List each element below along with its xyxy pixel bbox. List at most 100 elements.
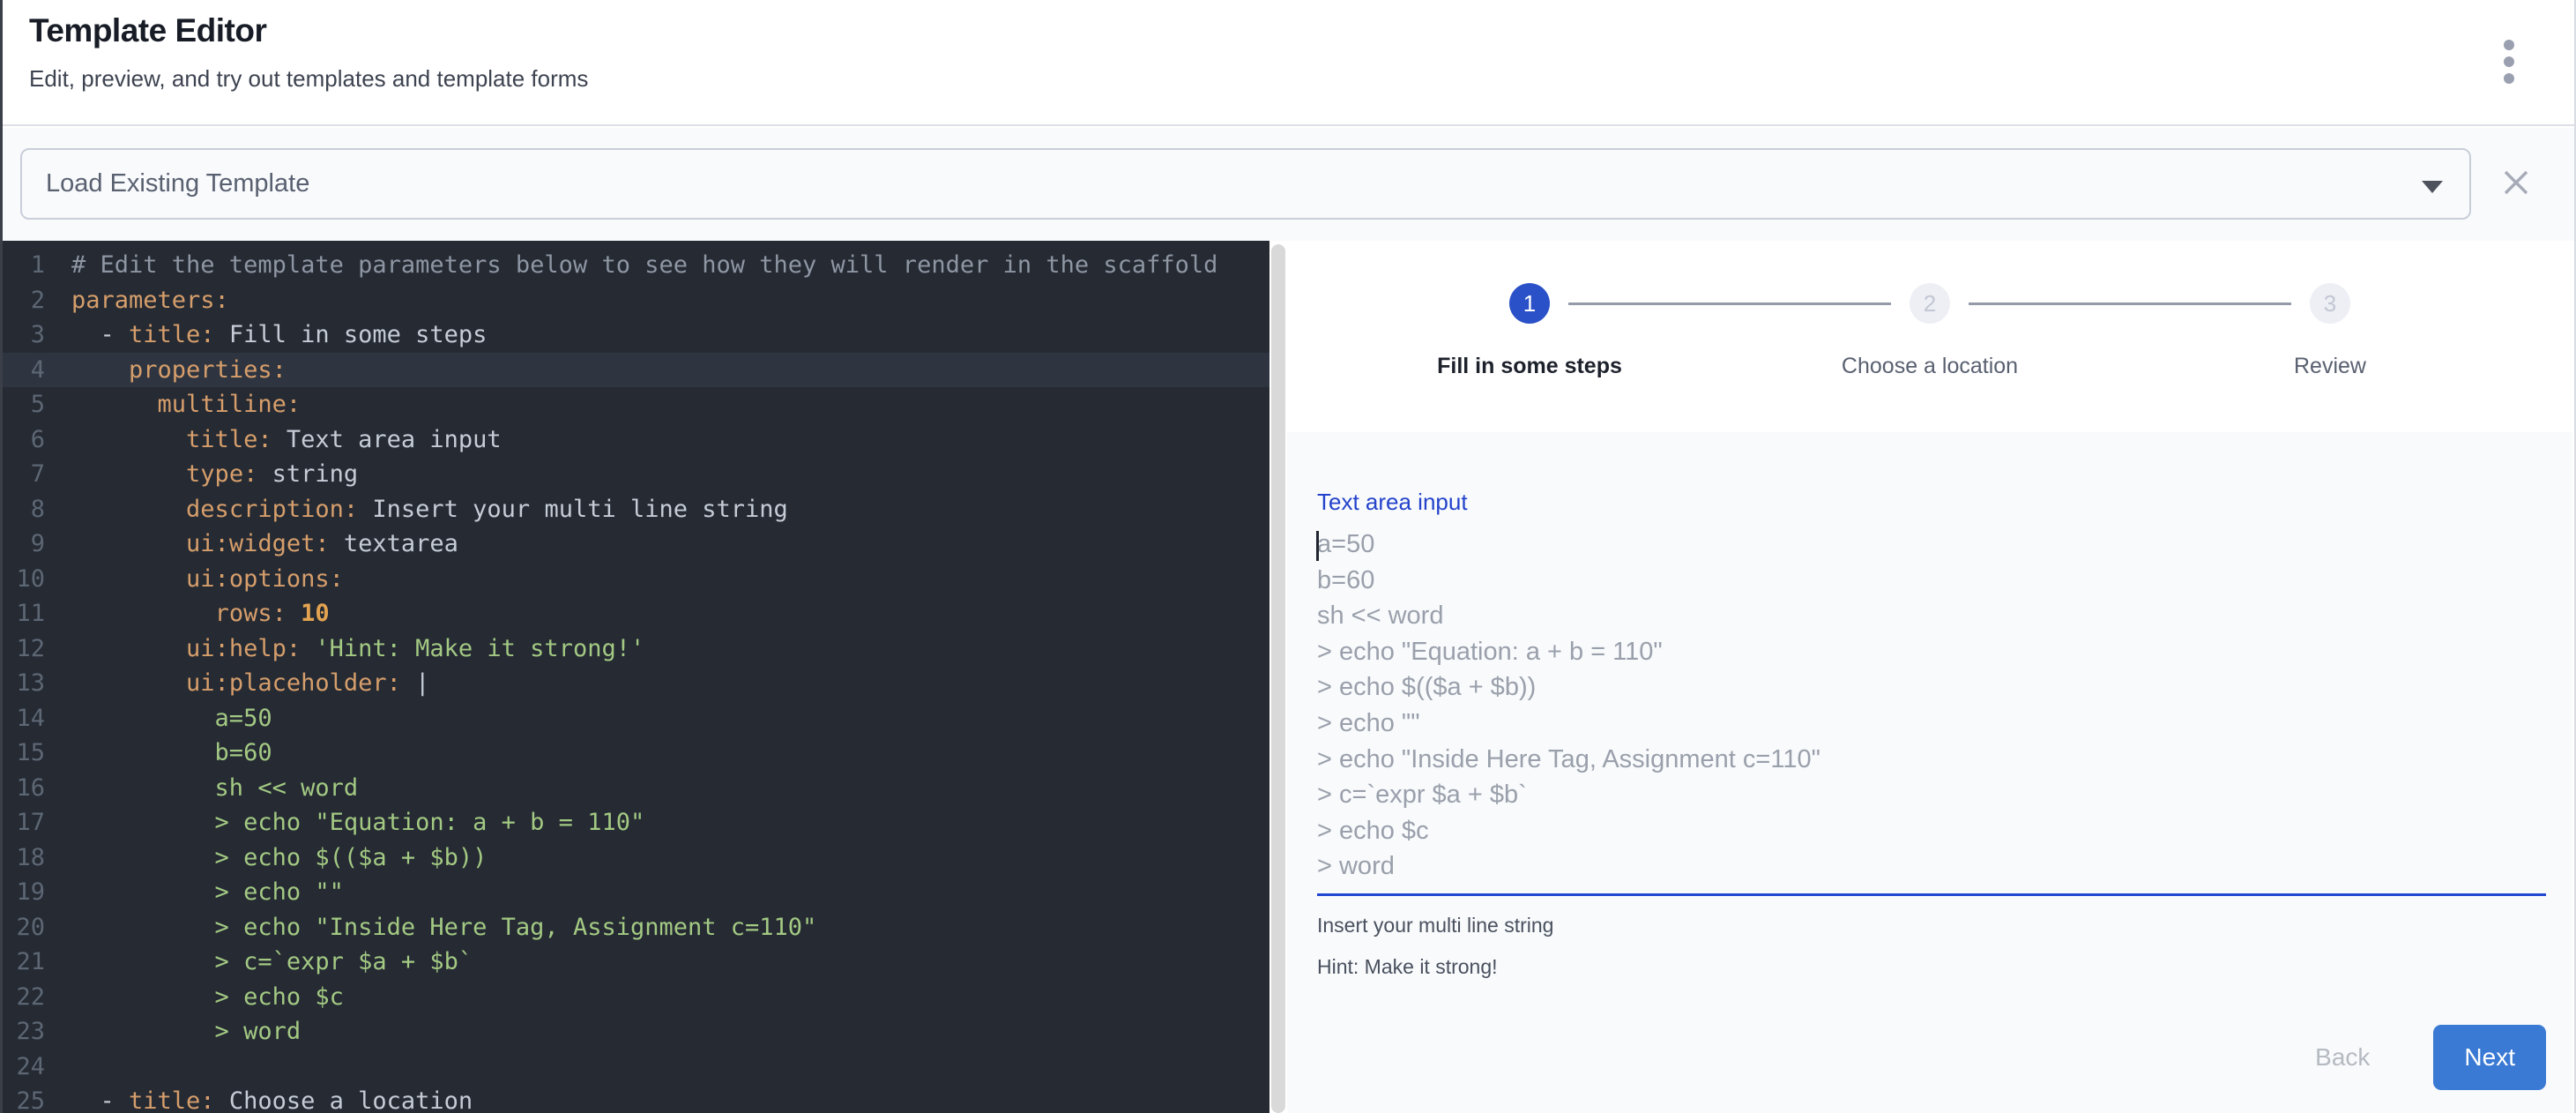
stepper-step: 3 Review bbox=[2130, 283, 2530, 379]
editor-line[interactable]: 15 b=60 bbox=[3, 736, 1269, 771]
step-form-panel: Text area input a=50 b=60 sh << word > e… bbox=[1287, 432, 2572, 1113]
stepper-step: 2 Choose a location bbox=[1730, 283, 2130, 379]
line-number: 7 bbox=[3, 457, 45, 492]
stepper-connector bbox=[1969, 303, 2291, 305]
wizard-actions: Back Next bbox=[1317, 1025, 2546, 1090]
line-code: title: Text area input bbox=[45, 422, 502, 458]
line-code: ui:placeholder: | bbox=[45, 666, 429, 701]
editor-line[interactable]: 5 multiline: bbox=[3, 387, 1269, 422]
editor-line[interactable]: 1 # Edit the template parameters below t… bbox=[3, 248, 1269, 283]
more-options-button[interactable] bbox=[2483, 35, 2535, 88]
line-number: 17 bbox=[3, 805, 45, 840]
line-number: 13 bbox=[3, 666, 45, 701]
line-code: ui:options: bbox=[45, 562, 344, 597]
editor-line[interactable]: 13 ui:placeholder: | bbox=[3, 666, 1269, 701]
line-number: 5 bbox=[3, 387, 45, 422]
editor-line[interactable]: 20 > echo "Inside Here Tag, Assignment c… bbox=[3, 910, 1269, 945]
back-button[interactable]: Back bbox=[2303, 1043, 2382, 1072]
line-number: 3 bbox=[3, 317, 45, 353]
chevron-down-icon bbox=[2422, 181, 2443, 193]
field-description: Insert your multi line string bbox=[1317, 914, 2546, 937]
line-number: 1 bbox=[3, 248, 45, 283]
line-code: - title: Choose a location bbox=[45, 1084, 473, 1113]
line-code: properties: bbox=[45, 353, 287, 388]
editor-line[interactable]: 19 > echo "" bbox=[3, 875, 1269, 910]
step-label: Fill in some steps bbox=[1329, 354, 1730, 379]
step-number-badge: 1 bbox=[1509, 283, 1550, 324]
editor-line[interactable]: 3 - title: Fill in some steps bbox=[3, 317, 1269, 353]
line-number: 2 bbox=[3, 283, 45, 318]
line-code: - title: Fill in some steps bbox=[45, 317, 487, 353]
editor-line[interactable]: 11 rows: 10 bbox=[3, 596, 1269, 631]
line-code: type: string bbox=[45, 457, 358, 492]
line-number: 16 bbox=[3, 771, 45, 806]
line-code: rows: 10 bbox=[45, 596, 330, 631]
next-button[interactable]: Next bbox=[2433, 1025, 2546, 1090]
line-code: a=50 bbox=[45, 701, 272, 736]
editor-scrollbar-thumb[interactable] bbox=[1271, 244, 1285, 1113]
line-code: > echo "Equation: a + b = 110" bbox=[45, 805, 644, 840]
editor-line[interactable]: 17 > echo "Equation: a + b = 110" bbox=[3, 805, 1269, 840]
editor-line[interactable]: 24 bbox=[3, 1050, 1269, 1085]
line-number: 10 bbox=[3, 562, 45, 597]
line-number: 24 bbox=[3, 1050, 45, 1085]
step-label: Choose a location bbox=[1730, 354, 2130, 379]
line-number: 14 bbox=[3, 701, 45, 736]
line-number: 15 bbox=[3, 736, 45, 771]
line-code bbox=[45, 1050, 71, 1085]
textarea-placeholder: a=50 b=60 sh << word > echo "Equation: a… bbox=[1317, 527, 2546, 885]
line-code: > c=`expr $a + $b` bbox=[45, 945, 473, 980]
editor-line[interactable]: 2 parameters: bbox=[3, 283, 1269, 318]
line-code: > echo "" bbox=[45, 875, 344, 910]
line-number: 6 bbox=[3, 422, 45, 458]
line-code: > echo $c bbox=[45, 980, 344, 1015]
editor-line[interactable]: 6 title: Text area input bbox=[3, 422, 1269, 458]
editor-line[interactable]: 16 sh << word bbox=[3, 771, 1269, 806]
editor-scrollbar[interactable] bbox=[1269, 241, 1287, 1113]
line-code: b=60 bbox=[45, 736, 272, 771]
field-help-text: Hint: Make it strong! bbox=[1317, 955, 2546, 979]
editor-line[interactable]: 12 ui:help: 'Hint: Make it strong!' bbox=[3, 631, 1269, 667]
line-number: 8 bbox=[3, 492, 45, 527]
yaml-code-editor[interactable]: 1 # Edit the template parameters below t… bbox=[3, 241, 1269, 1113]
editor-line[interactable]: 9 ui:widget: textarea bbox=[3, 527, 1269, 562]
editor-line[interactable]: 25 - title: Choose a location bbox=[3, 1084, 1269, 1113]
line-code: multiline: bbox=[45, 387, 301, 422]
editor-line[interactable]: 10 ui:options: bbox=[3, 562, 1269, 597]
template-preview-panel: 1 Fill in some steps 2 Choose a location… bbox=[1287, 241, 2572, 1113]
wizard-stepper: 1 Fill in some steps 2 Choose a location… bbox=[1287, 241, 2572, 379]
more-vertical-icon bbox=[2504, 40, 2514, 84]
line-number: 19 bbox=[3, 875, 45, 910]
editor-lines: 1 # Edit the template parameters below t… bbox=[3, 248, 1269, 1113]
page-title: Template Editor bbox=[29, 12, 2574, 49]
line-code: > word bbox=[45, 1014, 301, 1050]
line-number: 9 bbox=[3, 527, 45, 562]
multiline-textarea[interactable]: a=50 b=60 sh << word > echo "Equation: a… bbox=[1317, 527, 2546, 896]
line-code: sh << word bbox=[45, 771, 358, 806]
line-code: > echo $(($a + $b)) bbox=[45, 840, 487, 876]
line-number: 12 bbox=[3, 631, 45, 667]
textarea-field-label: Text area input bbox=[1317, 489, 2546, 516]
editor-line[interactable]: 21 > c=`expr $a + $b` bbox=[3, 945, 1269, 980]
editor-line[interactable]: 22 > echo $c bbox=[3, 980, 1269, 1015]
line-number: 25 bbox=[3, 1084, 45, 1113]
text-cursor bbox=[1316, 531, 1319, 561]
step-number-badge: 3 bbox=[2310, 283, 2350, 324]
line-code: > echo "Inside Here Tag, Assignment c=11… bbox=[45, 910, 816, 945]
editor-line[interactable]: 8 description: Insert your multi line st… bbox=[3, 492, 1269, 527]
editor-line[interactable]: 4 properties: bbox=[3, 353, 1269, 388]
line-number: 20 bbox=[3, 910, 45, 945]
editor-line[interactable]: 14 a=50 bbox=[3, 701, 1269, 736]
line-number: 18 bbox=[3, 840, 45, 876]
template-editor-page: Template Editor Edit, preview, and try o… bbox=[0, 0, 2576, 1113]
close-icon bbox=[2499, 166, 2533, 199]
load-template-select[interactable]: Load Existing Template bbox=[20, 148, 2471, 220]
step-label: Review bbox=[2130, 354, 2530, 379]
clear-selection-button[interactable] bbox=[2494, 161, 2538, 205]
line-number: 23 bbox=[3, 1014, 45, 1050]
editor-line[interactable]: 23 > word bbox=[3, 1014, 1269, 1050]
line-code: description: Insert your multi line stri… bbox=[45, 492, 788, 527]
line-code: parameters: bbox=[45, 283, 229, 318]
editor-line[interactable]: 18 > echo $(($a + $b)) bbox=[3, 840, 1269, 876]
editor-line[interactable]: 7 type: string bbox=[3, 457, 1269, 492]
